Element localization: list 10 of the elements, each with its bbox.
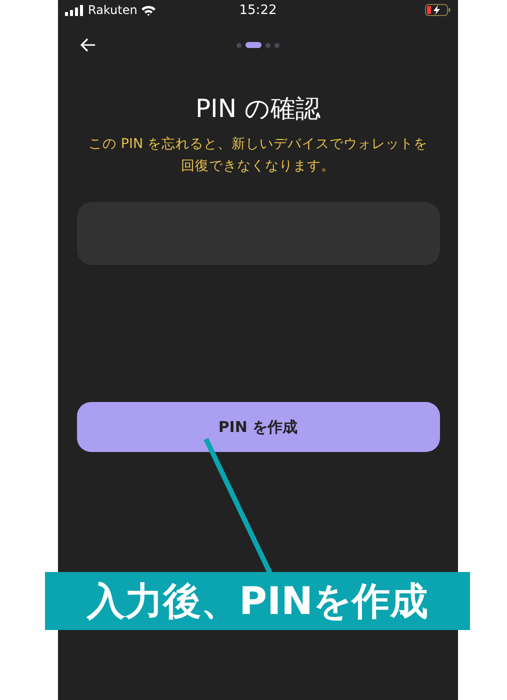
carrier-name: Rakuten <box>88 3 138 17</box>
annotation-caption: 入力後、PINを作成 <box>45 572 470 630</box>
back-button[interactable] <box>78 36 98 54</box>
warning-text: この PIN を忘れると、新しいデバイスでウォレットを回復できなくなります。 <box>88 135 428 176</box>
battery-icon <box>425 4 451 16</box>
screen-title: PIN の確認 <box>195 93 321 125</box>
wifi-icon <box>141 4 156 16</box>
signal-icon <box>65 4 84 16</box>
create-pin-button[interactable]: PIN を作成 <box>76 402 440 452</box>
status-time: 15:22 <box>239 2 277 18</box>
